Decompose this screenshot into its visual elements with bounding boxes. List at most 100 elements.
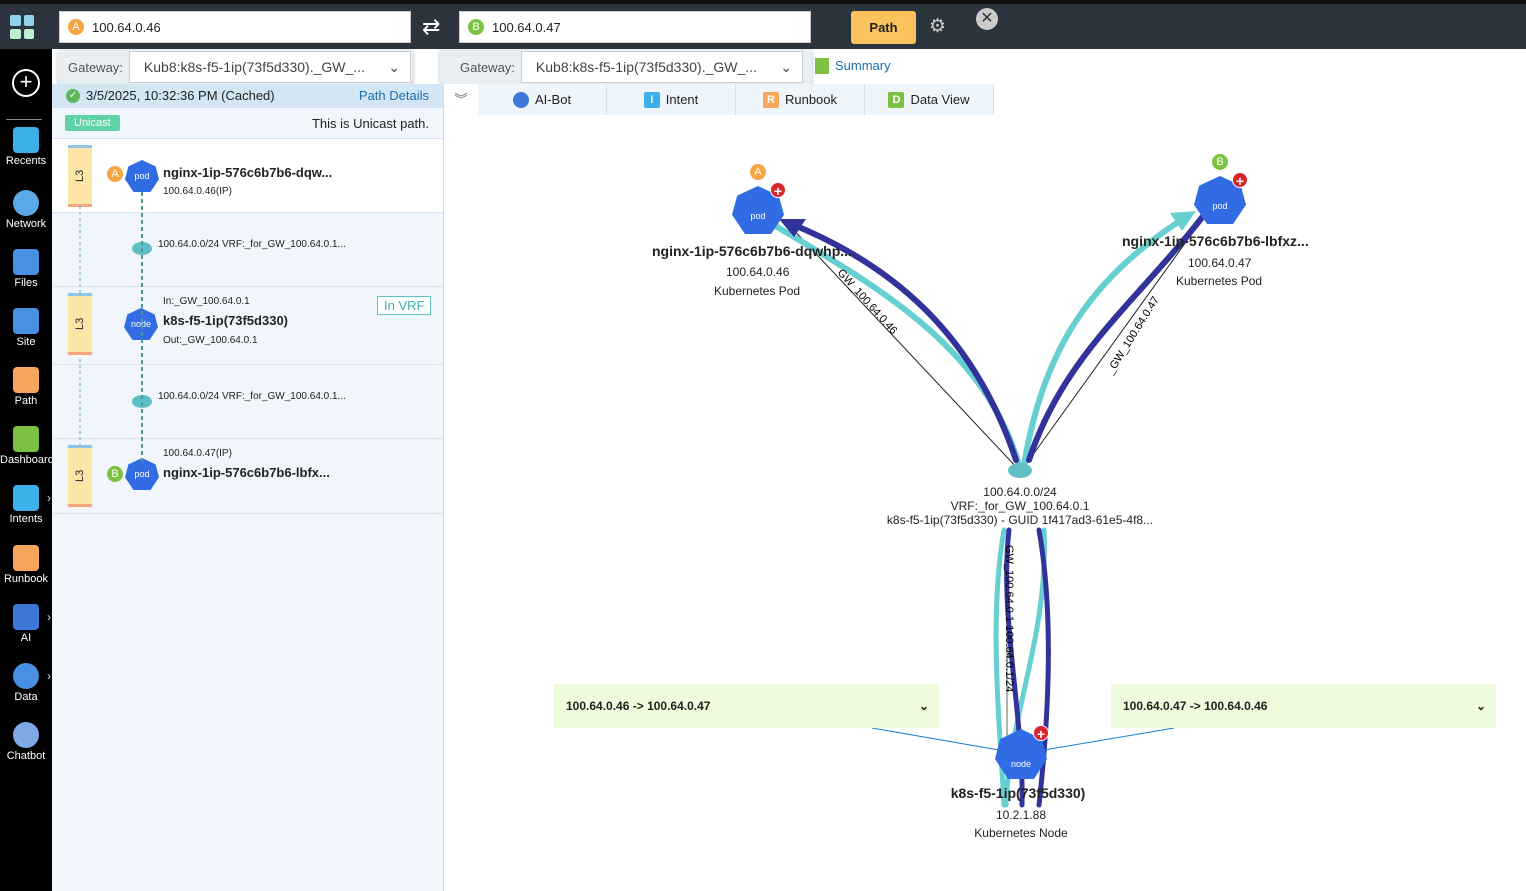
badge-b: B <box>1212 154 1228 170</box>
sidebar-item-recents[interactable]: Recents <box>0 127 52 167</box>
source-input[interactable]: A 100.64.0.46 <box>59 11 411 43</box>
chevron-down-icon: ⌄ <box>388 58 400 75</box>
plus-icon[interactable]: + <box>1232 172 1248 189</box>
badge-a: A <box>68 19 84 35</box>
subnet-router-icon[interactable] <box>1008 463 1032 478</box>
gateway-label: Gateway: <box>68 59 123 75</box>
intents-icon <box>13 485 39 511</box>
chevron-down-icon[interactable]: ⌄ <box>919 699 929 713</box>
sidebar-item-chatbot[interactable]: Chatbot <box>0 722 52 762</box>
sidebar-item-label: Runbook <box>3 573 49 585</box>
path-dashed-lines <box>79 192 143 464</box>
gateway-a-value: Kub8:k8s-f5-1ip(73f5d330)._GW_... <box>143 59 365 75</box>
source-value: 100.64.0.46 <box>92 19 161 35</box>
gateway-a-select[interactable]: Kub8:k8s-f5-1ip(73f5d330)._GW_... ⌄ <box>128 51 411 83</box>
files-icon <box>13 249 39 275</box>
path-button[interactable]: Path <box>851 11 916 44</box>
dashboard-icon <box>13 426 39 452</box>
chevron-down-icon: ⌄ <box>780 58 792 75</box>
path-icon <box>13 367 39 393</box>
sidebar-item-label: Chatbot <box>6 750 46 762</box>
flow-box-b-to-a[interactable]: 100.64.0.47 -> 100.64.0.46 ⌄ <box>1111 684 1496 728</box>
sidebar-item-label: Data <box>14 691 38 703</box>
tab-intent[interactable]: I Intent <box>607 84 736 115</box>
runbook-icon <box>13 545 39 571</box>
pod-a-ip: 100.64.0.46 <box>726 265 790 279</box>
recents-icon <box>13 127 39 153</box>
tab-ai-bot[interactable]: AI-Bot <box>478 84 607 115</box>
summary-label: Summary <box>835 58 891 73</box>
badge-b: B <box>468 19 484 35</box>
sidebar-item-path[interactable]: Path <box>0 367 52 407</box>
sidebar-item-ai[interactable]: AI › <box>0 604 52 644</box>
dest-input[interactable]: B 100.64.0.47 <box>459 11 811 43</box>
edge-label-b: _GW_100.64.0.47 <box>1104 295 1162 378</box>
divider <box>6 119 42 120</box>
sidebar-item-label: Recents <box>5 155 47 167</box>
node-name: k8s-f5-1ip(73f5d330) <box>950 785 1086 801</box>
path-panel: ✓ 3/5/2025, 10:32:36 PM (Cached) Path Det… <box>52 84 444 891</box>
summary-icon <box>815 58 829 74</box>
plus-icon[interactable]: + <box>770 182 786 199</box>
chevron-right-icon: › <box>47 669 51 683</box>
sidebar-item-label: Path <box>14 395 38 407</box>
plus-circle-icon: + <box>12 69 40 97</box>
tab-label: AI-Bot <box>534 92 572 107</box>
sidebar-item-files[interactable]: Files <box>0 249 52 289</box>
pod-b-name: nginx-1ip-576c6b7b6-lbfxz... <box>1122 233 1309 249</box>
sidebar-item-network[interactable]: Network <box>0 190 52 230</box>
subnet-label: 100.64.0.0/24 <box>983 485 1057 499</box>
badge-a: A <box>750 164 766 180</box>
sidebar-item-site[interactable]: Site <box>0 308 52 348</box>
gateway-b-value: Kub8:k8s-f5-1ip(73f5d330)._GW_... <box>535 59 757 75</box>
gateway-a-popup: Gateway: Kub8:k8s-f5-1ip(73f5d330)._GW_..… <box>58 49 413 85</box>
sidebar-item-label: Files <box>14 277 38 289</box>
dest-value: 100.64.0.47 <box>492 19 561 35</box>
node-ip: 10.2.1.88 <box>995 808 1047 822</box>
gear-icon[interactable]: ⚙ <box>929 15 946 38</box>
sidebar-item-label: Intents <box>9 513 43 525</box>
runbook-icon: R <box>762 91 779 108</box>
plus-icon[interactable]: + <box>1033 725 1049 742</box>
data-view-icon: D <box>888 91 905 108</box>
close-icon[interactable]: ✕ <box>976 8 998 30</box>
robot-icon <box>512 91 529 108</box>
sidebar-item-intents[interactable]: Intents › <box>0 485 52 525</box>
chevron-right-icon: › <box>47 610 51 624</box>
tab-data-view[interactable]: D Data View <box>865 84 994 115</box>
summary-link[interactable]: Summary <box>815 58 891 74</box>
subnet-vrf: VRF:_for_GW_100.64.0.1 <box>950 499 1090 513</box>
sidebar-item-label: Dashboard <box>0 454 54 466</box>
sidebar-item-data[interactable]: Data › <box>0 663 52 703</box>
tab-label: Runbook <box>784 92 838 107</box>
gateway-b-select[interactable]: Kub8:k8s-f5-1ip(73f5d330)._GW_... ⌄ <box>520 51 803 83</box>
flow-label: 100.64.0.46 -> 100.64.0.47 <box>566 699 711 713</box>
collapse-toggle[interactable]: ︾ <box>444 84 478 115</box>
chevron-right-icon: › <box>47 491 51 505</box>
tab-label: Intent <box>665 92 699 107</box>
top-strip <box>0 0 1526 4</box>
gateway-label: Gateway: <box>460 59 515 75</box>
network-icon <box>13 190 39 216</box>
ai-icon <box>13 604 39 630</box>
flow-box-a-to-b[interactable]: 100.64.0.46 -> 100.64.0.47 ⌄ <box>554 684 939 728</box>
chevron-down-icon[interactable]: ⌄ <box>1476 699 1486 713</box>
site-icon <box>13 308 39 334</box>
pod-a-name: nginx-1ip-576c6b7b6-dqwhp... <box>652 243 852 259</box>
sidebar-item-runbook[interactable]: Runbook <box>0 545 52 585</box>
tab-runbook[interactable]: R Runbook <box>736 84 865 115</box>
pod-b-type: Kubernetes Pod <box>1176 274 1263 288</box>
sidebar-item-dashboard[interactable]: Dashboard <box>0 426 54 466</box>
pod-b-ip: 100.64.0.47 <box>1188 256 1252 270</box>
flow-label: 100.64.0.47 -> 100.64.0.46 <box>1123 699 1268 713</box>
pod-a-type: Kubernetes Pod <box>714 284 801 298</box>
add-button[interactable]: + <box>0 69 52 97</box>
tab-label: Data View <box>910 92 970 107</box>
sidebar-item-label: Network <box>5 218 47 230</box>
chatbot-icon <box>13 722 39 748</box>
gateway-b-popup: Gateway: Kub8:k8s-f5-1ip(73f5d330)._GW_..… <box>440 49 812 85</box>
app-grid-icon[interactable] <box>10 15 34 39</box>
sidebar-item-label: Site <box>16 336 36 348</box>
swap-icon[interactable]: ⇄ <box>422 14 440 40</box>
subnet-device: k8s-f5-1ip(73f5d330) - GUID 1f417ad3-61e… <box>886 513 1154 527</box>
